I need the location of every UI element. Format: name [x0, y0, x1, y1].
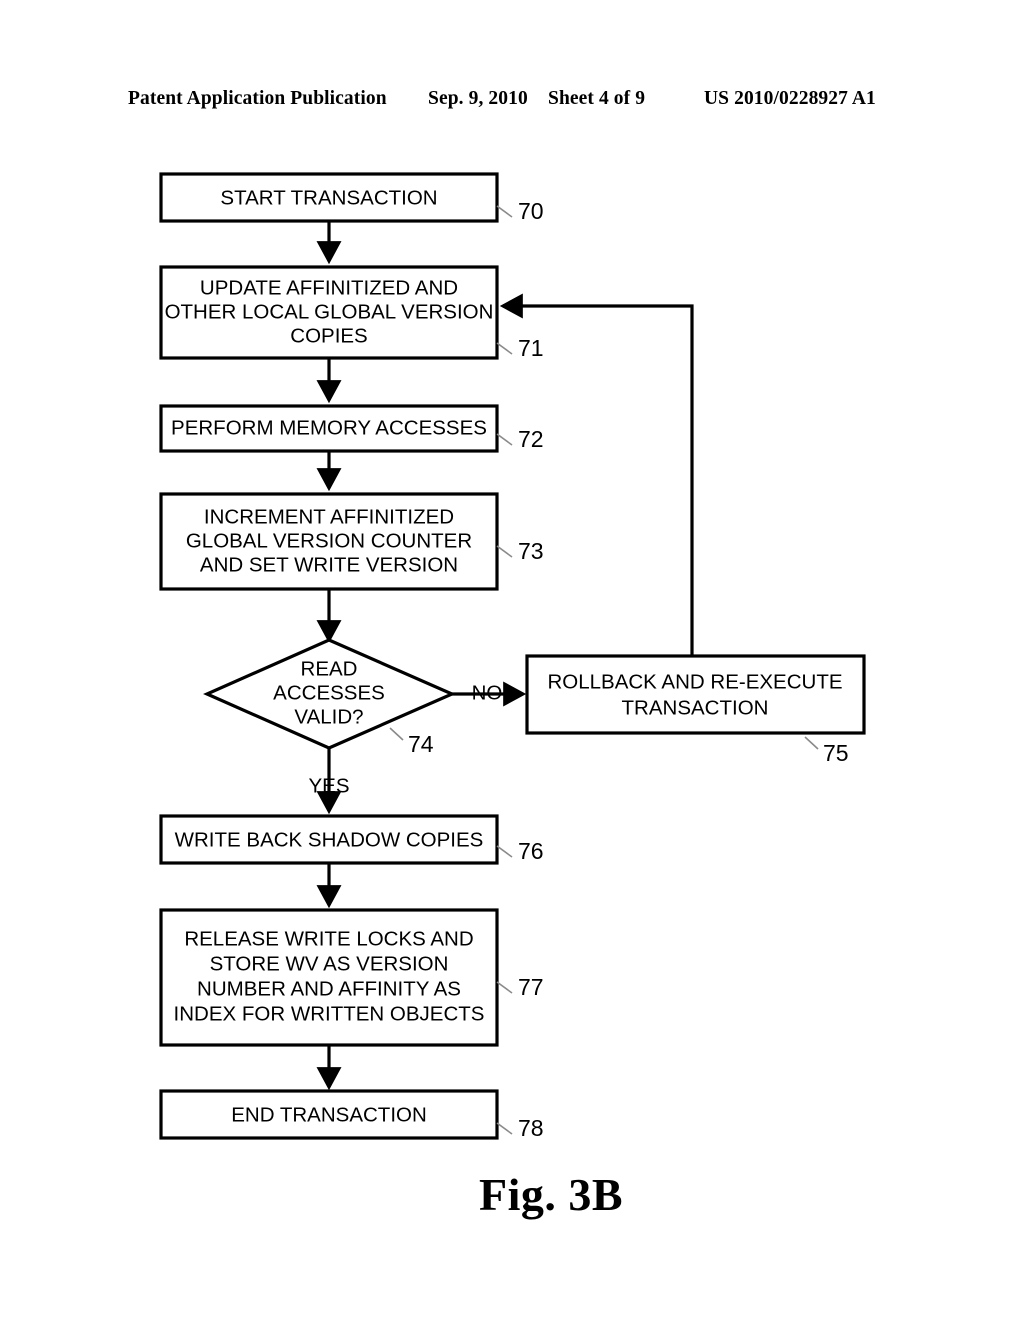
node-decision-read-accesses-valid-line-2: VALID?: [294, 705, 363, 728]
node-release-write-locks-line-3: INDEX FOR WRITTEN OBJECTS: [174, 1002, 485, 1025]
node-increment-version-counter-line-2: AND SET WRITE VERSION: [200, 553, 458, 576]
node-release-write-locks-line-1: STORE WV AS VERSION: [210, 952, 449, 975]
ref-label-70: 70: [518, 198, 544, 224]
ref-label-74: 74: [408, 731, 434, 757]
node-end-transaction-line-0: END TRANSACTION: [231, 1103, 427, 1126]
ref-label-78: 78: [518, 1115, 544, 1141]
leader-line-73: [496, 545, 513, 558]
branch-label-yes: YES: [308, 774, 349, 797]
node-rollback-reexecute-line-1: TRANSACTION: [622, 696, 769, 719]
ref-label-75: 75: [823, 740, 849, 766]
leader-line-76: [496, 845, 513, 858]
node-increment-version-counter-line-1: GLOBAL VERSION COUNTER: [186, 529, 472, 552]
figure-caption: Fig. 3B: [478, 1169, 624, 1220]
leader-line-78: [496, 1122, 513, 1135]
leader-line-70: [496, 205, 513, 218]
ref-label-71: 71: [518, 335, 544, 361]
node-release-write-locks-line-0: RELEASE WRITE LOCKS AND: [184, 927, 473, 950]
ref-label-73: 73: [518, 538, 544, 564]
node-rollback-reexecute[interactable]: [525, 654, 866, 735]
branch-label-no: NO: [472, 681, 503, 704]
node-update-version-copies-line-1: OTHER LOCAL GLOBAL VERSION: [165, 300, 494, 323]
node-increment-version-counter-line-0: INCREMENT AFFINITIZED: [204, 505, 454, 528]
node-perform-memory-accesses-line-0: PERFORM MEMORY ACCESSES: [171, 416, 487, 439]
ref-label-77: 77: [518, 974, 544, 1000]
leader-line-72: [496, 433, 513, 446]
leader-line-74: [389, 727, 404, 741]
node-decision-read-accesses-valid-line-1: ACCESSES: [273, 681, 385, 704]
leader-line-77: [496, 981, 513, 994]
node-decision-read-accesses-valid-line-0: READ: [301, 657, 358, 680]
node-update-version-copies-line-2: COPIES: [290, 324, 367, 347]
leader-line-75: [804, 736, 819, 750]
flowchart-diagram: START TRANSACTION 70 UPDATE AFFINITIZED …: [159, 172, 866, 1141]
node-rollback-reexecute-line-0: ROLLBACK AND RE-EXECUTE: [547, 670, 842, 693]
ref-label-72: 72: [518, 426, 544, 452]
node-write-back-shadow-copies-line-0: WRITE BACK SHADOW COPIES: [175, 828, 484, 851]
node-release-write-locks-line-2: NUMBER AND AFFINITY AS: [197, 977, 461, 1000]
leader-line-71: [496, 342, 513, 355]
patent-drawing-sheet: Patent Application Publication Sep. 9, 2…: [0, 0, 1024, 1320]
node-start-transaction-line-0: START TRANSACTION: [220, 186, 437, 209]
node-update-version-copies-line-0: UPDATE AFFINITIZED AND: [200, 276, 458, 299]
ref-label-76: 76: [518, 838, 544, 864]
